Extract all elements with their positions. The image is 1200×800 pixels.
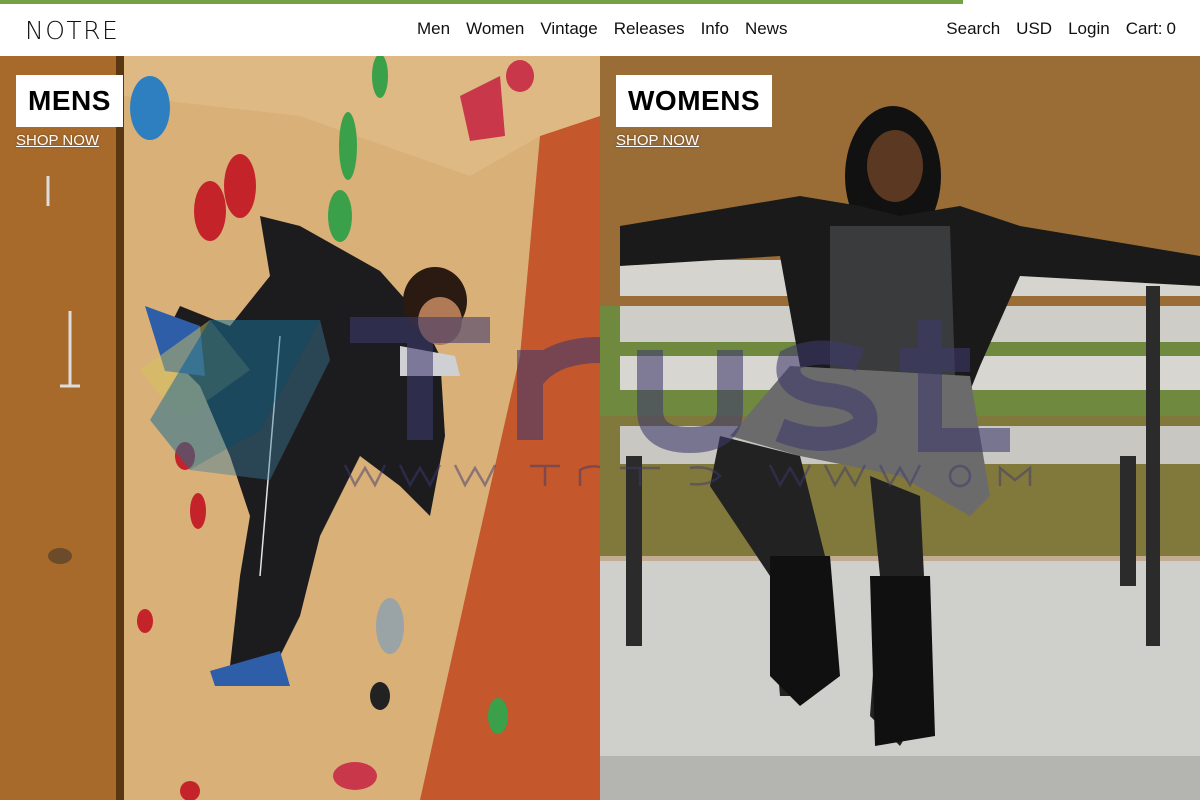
mens-title-box: MENS bbox=[16, 75, 123, 127]
nav-men[interactable]: Men bbox=[417, 19, 450, 39]
nav-info[interactable]: Info bbox=[701, 19, 729, 39]
cart-count: 0 bbox=[1166, 19, 1176, 38]
cart-label: Cart: bbox=[1125, 19, 1163, 38]
site-header: NOTRE Men Women Vintage Releases Info Ne… bbox=[0, 4, 1200, 56]
main-nav: Men Women Vintage Releases Info News bbox=[417, 19, 787, 39]
nav-news[interactable]: News bbox=[745, 19, 788, 39]
womens-title: WOMENS bbox=[628, 85, 761, 116]
mens-title: MENS bbox=[28, 85, 111, 116]
cart-link[interactable]: Cart: 0 bbox=[1126, 19, 1176, 39]
womens-panel[interactable]: WOMENS SHOP NOW bbox=[600, 56, 1200, 800]
womens-shop-now-link[interactable]: SHOP NOW bbox=[616, 132, 699, 149]
nav-women[interactable]: Women bbox=[466, 19, 524, 39]
utility-nav: Search USD Login Cart: 0 bbox=[946, 19, 1176, 39]
mens-panel[interactable]: MENS SHOP NOW bbox=[0, 56, 600, 800]
womens-title-box: WOMENS bbox=[616, 75, 773, 127]
login-link[interactable]: Login bbox=[1068, 19, 1110, 39]
mens-shop-now-link[interactable]: SHOP NOW bbox=[16, 132, 99, 149]
currency-selector[interactable]: USD bbox=[1016, 19, 1052, 39]
nav-vintage[interactable]: Vintage bbox=[540, 19, 597, 39]
man-climbing-wall-photo bbox=[0, 56, 600, 800]
nav-releases[interactable]: Releases bbox=[614, 19, 685, 39]
hero-panels: MENS SHOP NOW WOMENS SHOP NOW bbox=[0, 56, 1200, 800]
site-logo[interactable]: NOTRE bbox=[25, 16, 119, 45]
search-link[interactable]: Search bbox=[946, 19, 1000, 39]
woman-on-park-bench-photo bbox=[600, 56, 1200, 800]
